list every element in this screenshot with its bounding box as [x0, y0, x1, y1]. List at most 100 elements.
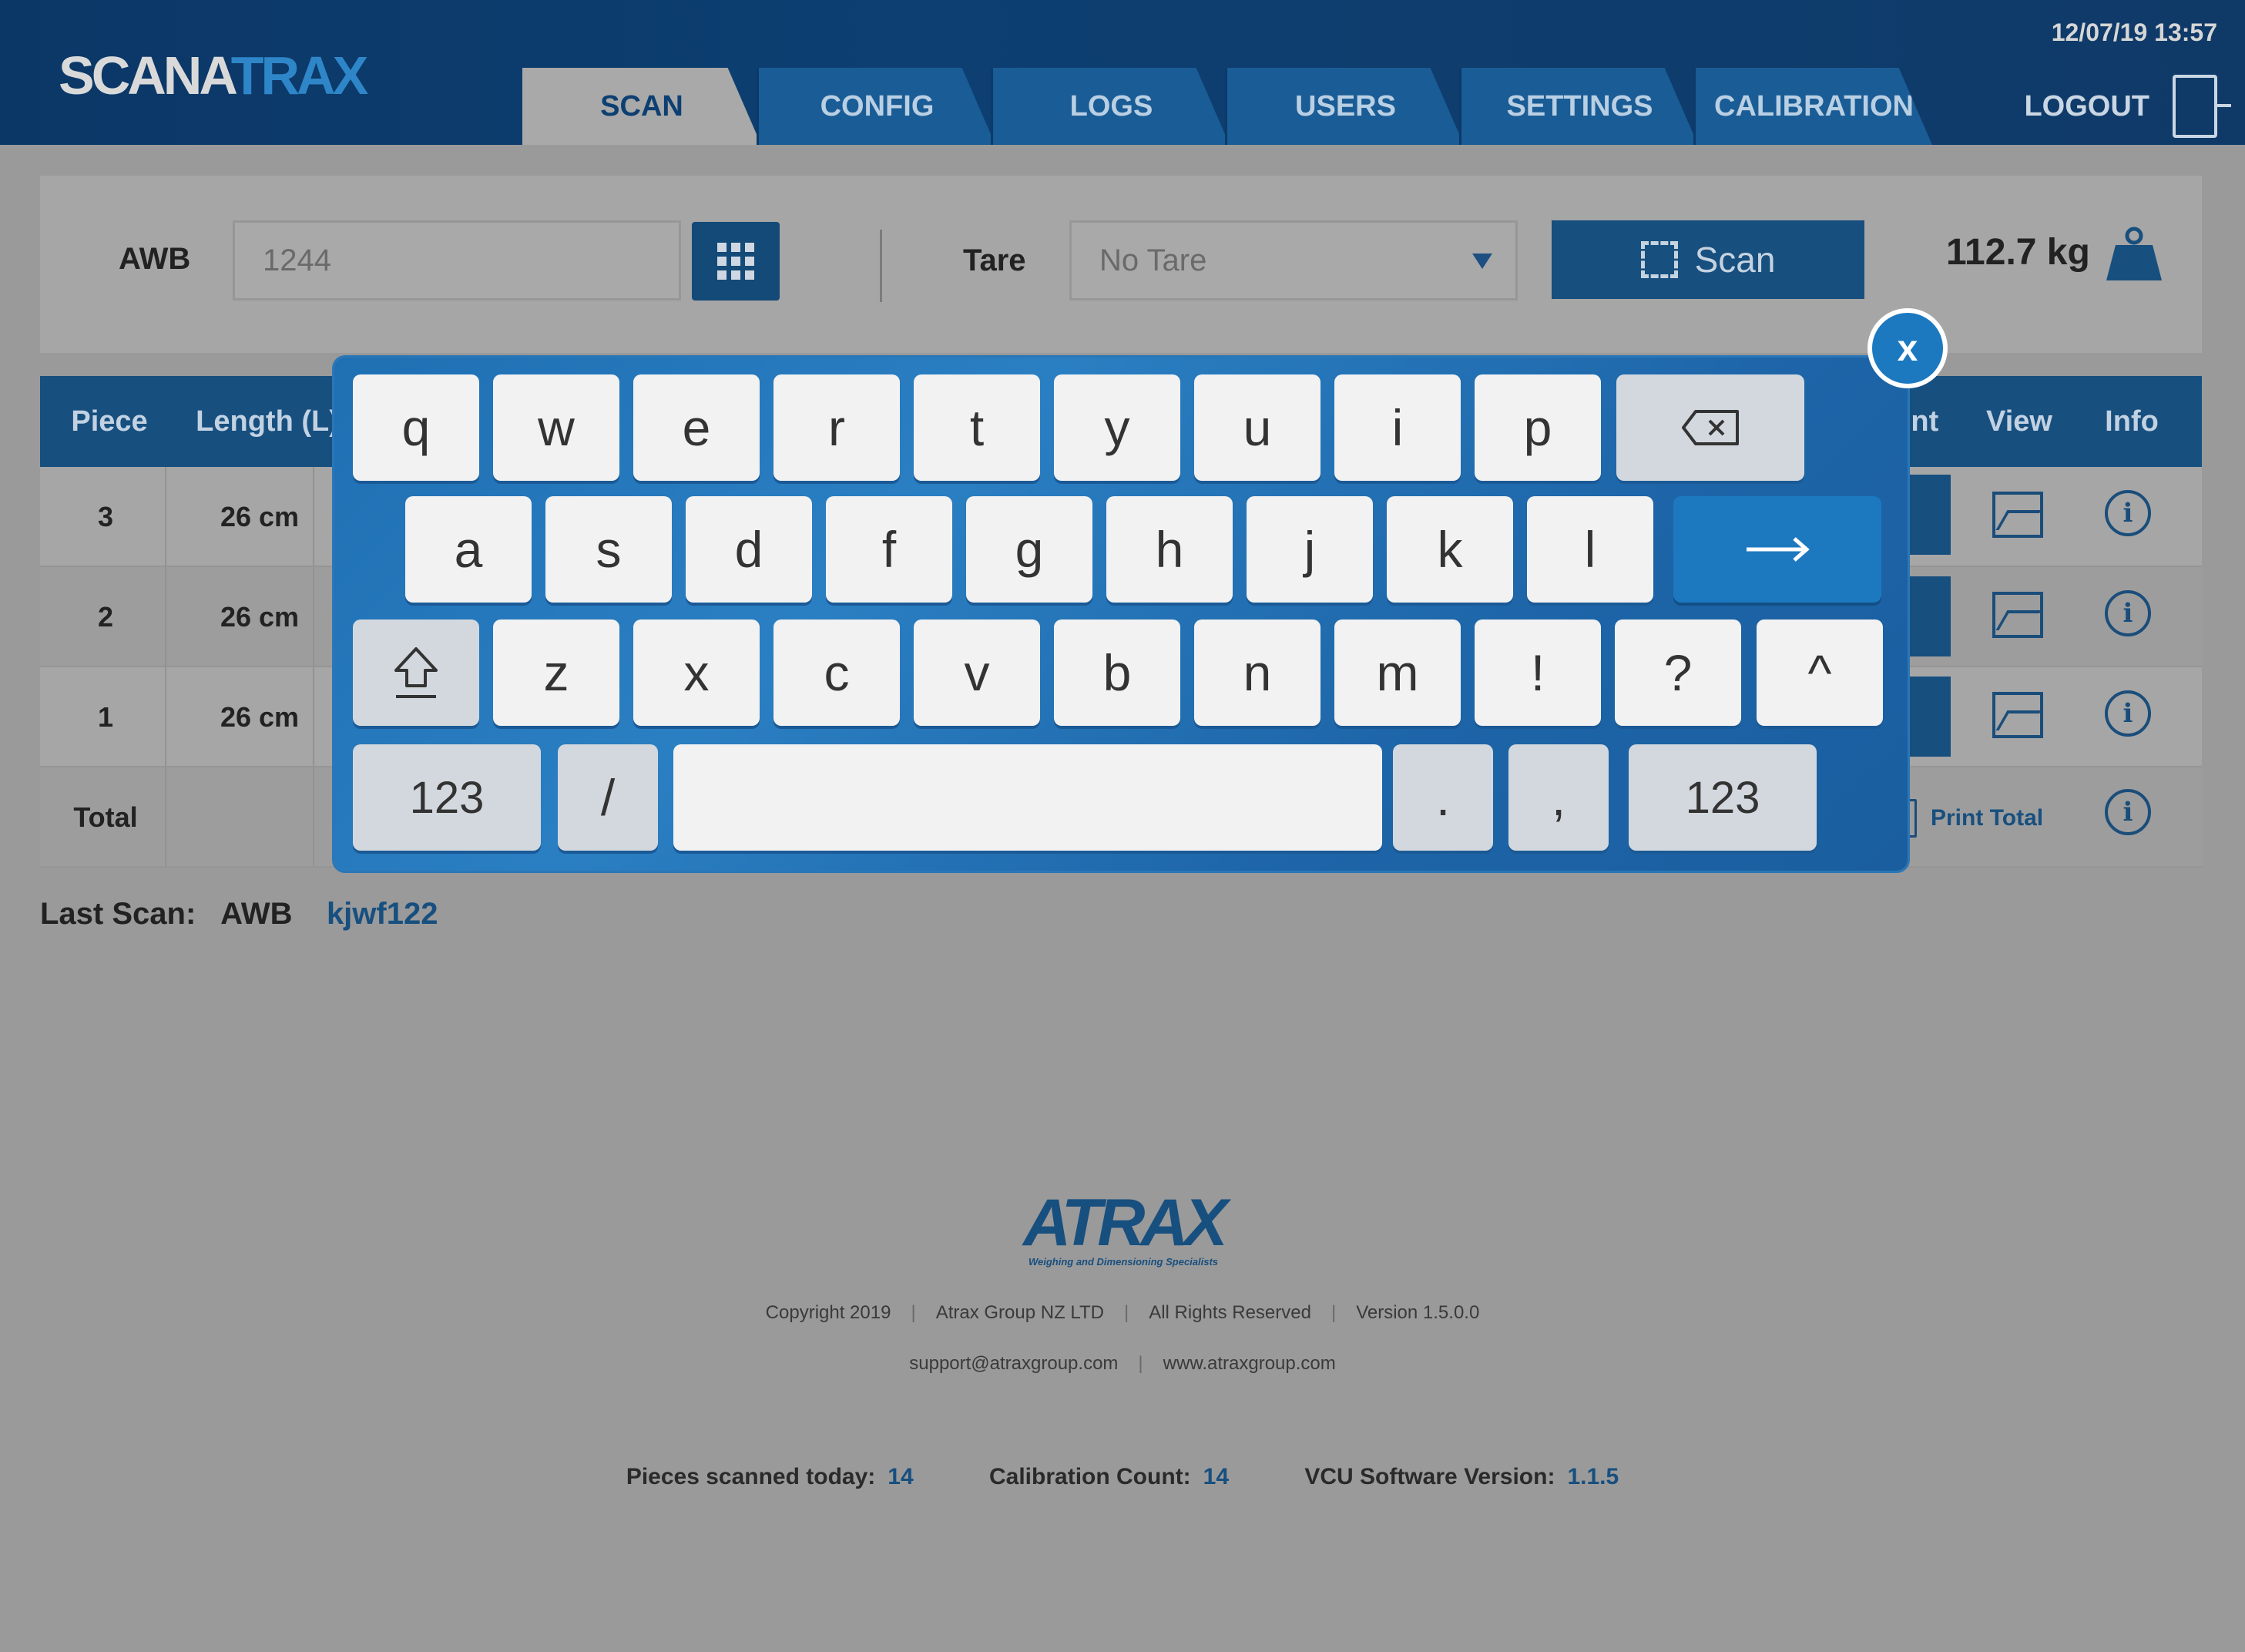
- tab-config[interactable]: CONFIG: [757, 68, 995, 145]
- footer-legal: Copyright 2019 | Atrax Group NZ LTD | All Ri…: [765, 1302, 1480, 1323]
- length-cell: 26 cm: [220, 701, 300, 733]
- key-m[interactable]: m: [1334, 620, 1461, 726]
- key-j[interactable]: j: [1247, 496, 1373, 603]
- rights: All Rights Reserved: [1149, 1302, 1311, 1323]
- piece-cell: 1: [97, 701, 114, 733]
- shift-key[interactable]: [353, 620, 479, 726]
- tab-scan[interactable]: SCAN: [522, 68, 761, 145]
- key-f[interactable]: f: [826, 496, 952, 603]
- backspace-icon: [1682, 410, 1739, 445]
- keypad-grid-button[interactable]: [692, 222, 780, 301]
- awb-input[interactable]: 1244: [233, 220, 681, 301]
- keyboard-close-button[interactable]: x: [1867, 308, 1948, 388]
- version: Version 1.5.0.0: [1356, 1302, 1480, 1323]
- key-l[interactable]: l: [1527, 496, 1653, 603]
- key-comma[interactable]: ,: [1508, 744, 1609, 851]
- pieces-value: 14: [888, 1464, 914, 1489]
- last-scan-type: AWB: [220, 897, 293, 931]
- arrow-right-icon: [1747, 537, 1810, 562]
- tare-label: Tare: [963, 243, 1026, 277]
- key-period[interactable]: .: [1393, 744, 1493, 851]
- tab-calibration[interactable]: CALIBRATION: [1693, 68, 1932, 145]
- scan-frame-icon: [1640, 241, 1678, 278]
- tare-select[interactable]: No Tare: [1069, 220, 1518, 301]
- col-view: View: [1986, 405, 2052, 438]
- key-s[interactable]: s: [545, 496, 672, 603]
- onscreen-keyboard: q w e r t y u i p a s d f g h j k l z x …: [334, 358, 1908, 871]
- key-v[interactable]: v: [914, 620, 1040, 726]
- pieces-label: Pieces scanned today:: [626, 1464, 876, 1489]
- info-icon[interactable]: i: [2105, 490, 2151, 536]
- key-r[interactable]: r: [774, 374, 900, 481]
- weight-icon: [2106, 227, 2162, 280]
- tab-users[interactable]: USERS: [1225, 68, 1464, 145]
- company: Atrax Group NZ LTD: [935, 1302, 1104, 1323]
- view-image-icon[interactable]: [1992, 492, 2043, 538]
- enter-key[interactable]: [1673, 496, 1881, 603]
- grid-dot-icon: [717, 243, 727, 252]
- info-icon[interactable]: i: [2105, 590, 2151, 636]
- view-image-icon[interactable]: [1992, 592, 2043, 638]
- key-a[interactable]: a: [405, 496, 532, 603]
- col-info: Info: [2105, 405, 2159, 438]
- app-header: SCANATRAX 12/07/19 13:57 SCAN CONFIG LOG…: [0, 0, 2245, 145]
- length-cell: 26 cm: [220, 501, 300, 532]
- piece-cell: 2: [97, 601, 114, 633]
- calibration-value: 14: [1203, 1464, 1230, 1489]
- print-total-button[interactable]: Print Total: [1886, 795, 2043, 841]
- key-y[interactable]: y: [1054, 374, 1180, 481]
- total-label: Total: [73, 801, 138, 833]
- key-t[interactable]: t: [914, 374, 1040, 481]
- key-exclamation[interactable]: !: [1475, 620, 1601, 726]
- key-q[interactable]: q: [353, 374, 479, 481]
- key-z[interactable]: z: [493, 620, 619, 726]
- key-x[interactable]: x: [633, 620, 760, 726]
- spacebar-key[interactable]: [673, 744, 1382, 851]
- logout-button[interactable]: LOGOUT: [2024, 68, 2231, 145]
- col-divider: [313, 467, 314, 868]
- key-d[interactable]: d: [686, 496, 812, 603]
- backspace-key[interactable]: [1616, 374, 1804, 481]
- numeric-toggle-key[interactable]: 123: [353, 744, 541, 851]
- tare-value: No Tare: [1099, 243, 1207, 277]
- key-b[interactable]: b: [1054, 620, 1180, 726]
- last-scan-value[interactable]: kjwf122: [327, 897, 438, 931]
- tab-settings[interactable]: SETTINGS: [1459, 68, 1698, 145]
- key-i[interactable]: i: [1334, 374, 1461, 481]
- key-caret[interactable]: ^: [1757, 620, 1883, 726]
- col-divider: [165, 467, 166, 868]
- footer-contact: support@atraxgroup.com | www.atraxgroup.co…: [909, 1353, 1336, 1374]
- website-link[interactable]: www.atraxgroup.com: [1163, 1353, 1336, 1374]
- length-cell: 26 cm: [220, 601, 300, 633]
- numeric-toggle-key[interactable]: 123: [1629, 744, 1817, 851]
- view-image-icon[interactable]: [1992, 692, 2043, 738]
- divider: [880, 230, 882, 302]
- weight-readout: 112.7 kg: [1946, 232, 2090, 273]
- logout-door-icon: [2173, 75, 2231, 138]
- caret-down-icon: [1472, 254, 1492, 269]
- info-icon[interactable]: i: [2105, 690, 2151, 737]
- scan-label: Scan: [1694, 240, 1776, 280]
- key-n[interactable]: n: [1194, 620, 1320, 726]
- main-tabs: SCAN CONFIG LOGS USERS SETTINGS CALIBRAT…: [522, 68, 1932, 145]
- info-icon[interactable]: i: [2105, 789, 2151, 835]
- support-email-link[interactable]: support@atraxgroup.com: [909, 1353, 1118, 1374]
- tab-logs[interactable]: LOGS: [991, 68, 1230, 145]
- scan-button[interactable]: Scan: [1552, 220, 1864, 299]
- key-w[interactable]: w: [493, 374, 619, 481]
- key-question[interactable]: ?: [1615, 620, 1741, 726]
- key-h[interactable]: h: [1106, 496, 1233, 603]
- piece-cell: 3: [97, 501, 114, 532]
- key-slash[interactable]: /: [558, 744, 658, 851]
- key-p[interactable]: p: [1475, 374, 1601, 481]
- key-u[interactable]: u: [1194, 374, 1320, 481]
- key-k[interactable]: k: [1387, 496, 1513, 603]
- stats-bar: Pieces scanned today: 14 Calibration Coun…: [0, 1464, 2245, 1490]
- key-e[interactable]: e: [633, 374, 760, 481]
- vcu-label: VCU Software Version:: [1304, 1464, 1555, 1489]
- calibration-label: Calibration Count:: [989, 1464, 1191, 1489]
- key-g[interactable]: g: [966, 496, 1092, 603]
- key-c[interactable]: c: [774, 620, 900, 726]
- last-scan-label: Last Scan:: [40, 897, 196, 931]
- vcu-value: 1.1.5: [1567, 1464, 1619, 1489]
